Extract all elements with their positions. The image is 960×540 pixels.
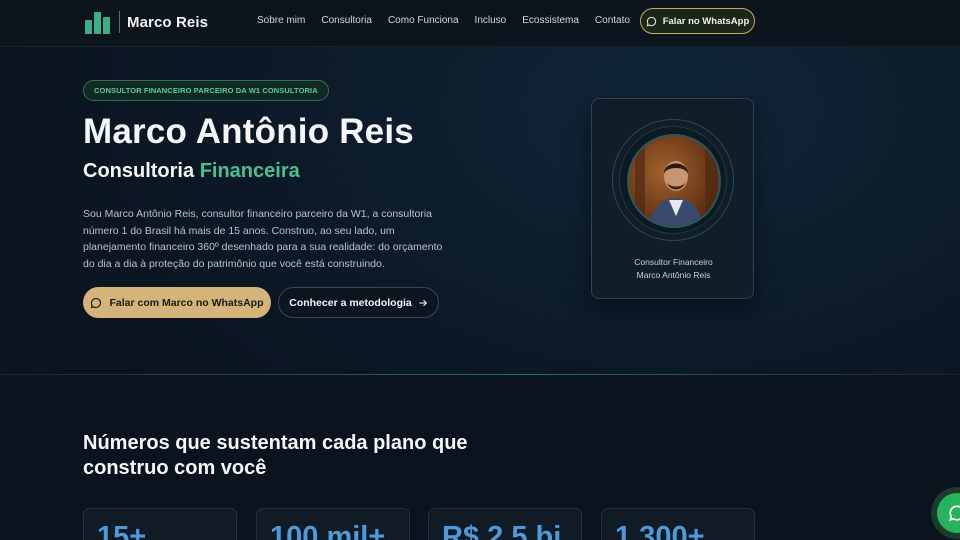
profile-name: Marco Antônio Reis	[636, 269, 711, 280]
whatsapp-float-icon	[937, 493, 960, 533]
nav-link-incluso[interactable]: Incluso	[475, 15, 507, 26]
stat-card: R$ 2,5 bi	[428, 508, 582, 540]
stat-value: 100 mil+	[270, 521, 386, 540]
arrow-right-icon	[418, 299, 427, 306]
methodology-button[interactable]: Conhecer a metodologia	[278, 287, 439, 318]
main-nav: Sobre mim Consultoria Como Funciona Incl…	[257, 15, 646, 26]
logo-divider	[119, 11, 120, 33]
logo-text: Marco Reis	[127, 13, 209, 31]
hero-subtitle: Consultoria Financeira	[83, 160, 300, 183]
hero-subtitle-accent: Financeira	[199, 160, 300, 182]
stat-card: 15+	[83, 508, 237, 540]
hero-subtitle-main: Consultoria	[83, 160, 195, 182]
whatsapp-contact-label: Falar com Marco no WhatsApp	[109, 296, 264, 309]
page: Marco Reis Sobre mim Consultoria Como Fu…	[0, 0, 960, 540]
stat-card: 1.300+	[601, 508, 755, 540]
bar-chart-logo-icon	[85, 10, 113, 34]
site-header: Marco Reis Sobre mim Consultoria Como Fu…	[0, 0, 960, 47]
hero-badge: CONSULTOR FINANCEIRO PARCEIRO DA W1 CONS…	[83, 80, 329, 101]
avatar	[627, 134, 721, 228]
stat-value: 1.300+	[615, 521, 705, 540]
nav-link-consultoria[interactable]: Consultoria	[321, 15, 372, 26]
header-whatsapp-button[interactable]: Falar no WhatsApp	[640, 8, 755, 34]
nav-link-ecossistema[interactable]: Ecossistema	[522, 15, 579, 26]
whatsapp-contact-button[interactable]: Falar com Marco no WhatsApp	[83, 287, 271, 318]
chat-bubble-icon	[91, 297, 102, 308]
chat-bubble-icon	[646, 16, 656, 26]
methodology-label: Conhecer a metodologia	[289, 296, 412, 309]
profile-caption: Consultor Financeiro Marco Antônio Reis	[592, 256, 755, 281]
profile-card: Consultor Financeiro Marco Antônio Reis	[591, 98, 754, 299]
stats-title: Números que sustentam cada plano que con…	[83, 432, 468, 479]
hero-description: Sou Marco Antônio Reis, consultor financ…	[83, 208, 443, 270]
avatar-ring-inner	[619, 126, 727, 234]
profile-role: Consultor Financeiro	[634, 257, 713, 267]
nav-link-sobre-mim[interactable]: Sobre mim	[257, 15, 305, 26]
stat-card: 100 mil+	[256, 508, 410, 540]
stat-value: 15+	[97, 521, 147, 540]
hero-title: Marco Antônio Reis	[83, 112, 414, 151]
logo[interactable]: Marco Reis	[85, 10, 208, 34]
header-whatsapp-label: Falar no WhatsApp	[662, 15, 750, 27]
nav-link-contato[interactable]: Contato	[595, 15, 630, 26]
stat-value: R$ 2,5 bi	[442, 521, 562, 540]
nav-link-como-funciona[interactable]: Como Funciona	[388, 15, 459, 26]
avatar-ring	[612, 119, 734, 241]
